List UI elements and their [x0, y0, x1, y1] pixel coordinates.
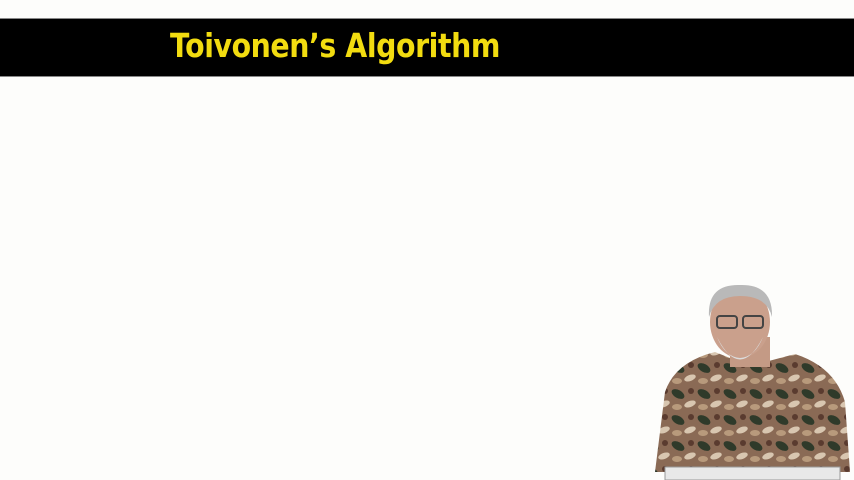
- slide-title: Toivonen’s Algorithm: [170, 26, 500, 65]
- slide-title-bar: Toivonen’s Algorithm: [0, 18, 854, 77]
- presenter-video: [655, 284, 850, 480]
